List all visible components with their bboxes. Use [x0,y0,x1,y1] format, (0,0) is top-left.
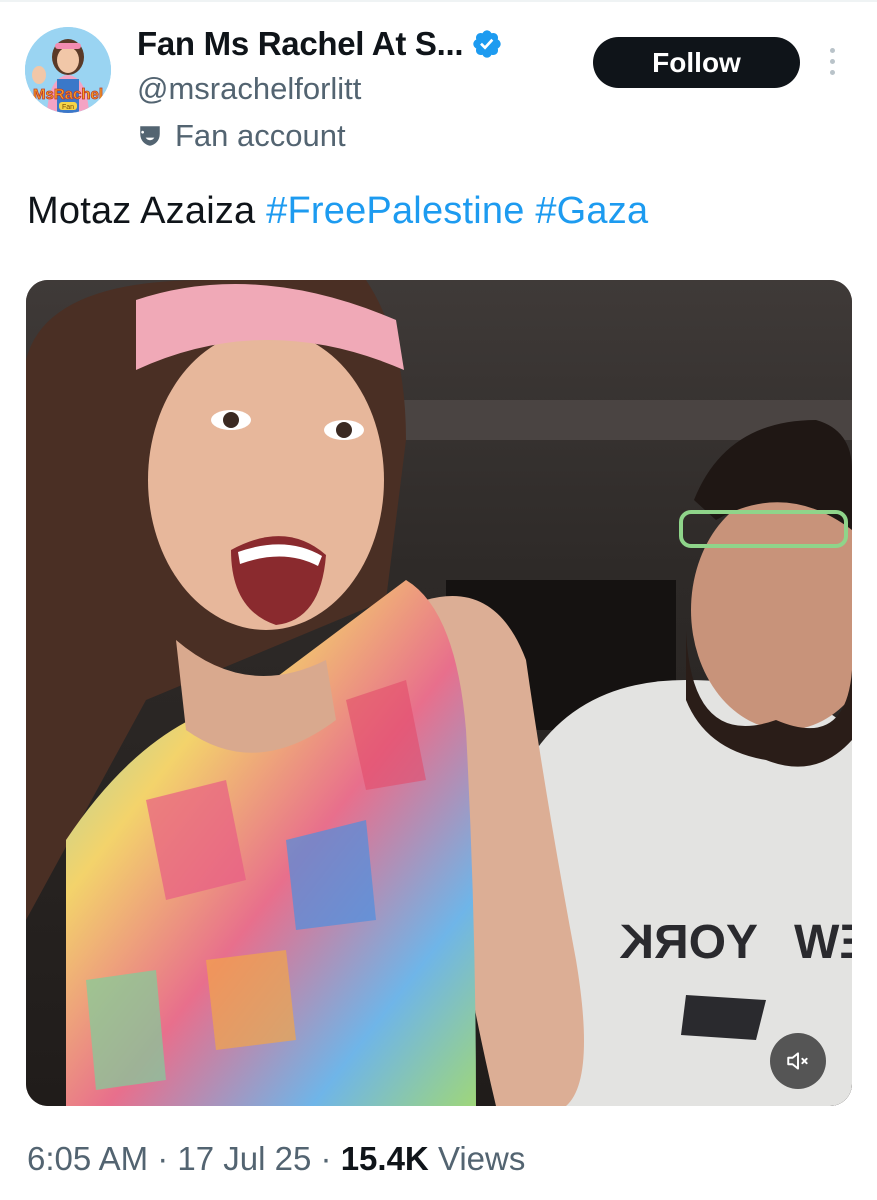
views-label: Views [437,1140,526,1177]
meta-separator: · [320,1140,332,1177]
verified-badge-icon [471,28,503,60]
tweet-time[interactable]: 6:05 AM [27,1140,148,1177]
tweet-text: Motaz Azaiza #FreePalestine #Gaza [27,190,648,233]
shirt-text-york: YORK [619,916,758,969]
tweet-video[interactable]: YORK NEW [26,280,852,1106]
tweet-meta: 6:05 AM · 17 Jul 25 · 15.4K Views [27,1140,525,1178]
fan-account-label: Fan account [137,118,346,154]
masks-icon [137,123,163,149]
author-handle[interactable]: @msrachelforlitt [137,71,361,107]
author-display-name[interactable]: Fan Ms Rachel At S... [137,25,464,63]
avatar-image: MsRachel Fan [25,27,111,113]
avatar[interactable]: MsRachel Fan [25,27,111,113]
volume-muted-icon[interactable] [770,1033,826,1089]
shirt-text-new: NEW [793,916,852,969]
fan-account-text: Fan account [175,118,346,153]
tweet-card: MsRachel Fan Fan Ms Rachel At S... @msra… [0,0,877,1200]
hashtag-freepalestine[interactable]: #FreePalestine [266,190,524,232]
divider [0,0,877,2]
meta-separator: · [157,1140,169,1177]
more-vertical-icon[interactable] [824,44,840,80]
views-count: 15.4K [340,1140,429,1177]
hashtag-gaza[interactable]: #Gaza [535,190,648,232]
follow-button[interactable]: Follow [593,37,800,88]
video-frame: YORK NEW [26,280,852,1106]
avatar-logo-text: MsRachel [33,86,103,103]
avatar-logo-subtext: Fan [62,104,74,111]
tweet-text-plain: Motaz Azaiza [27,190,267,232]
author-name-row: Fan Ms Rachel At S... [137,25,503,63]
tweet-date[interactable]: 17 Jul 25 [177,1140,311,1177]
